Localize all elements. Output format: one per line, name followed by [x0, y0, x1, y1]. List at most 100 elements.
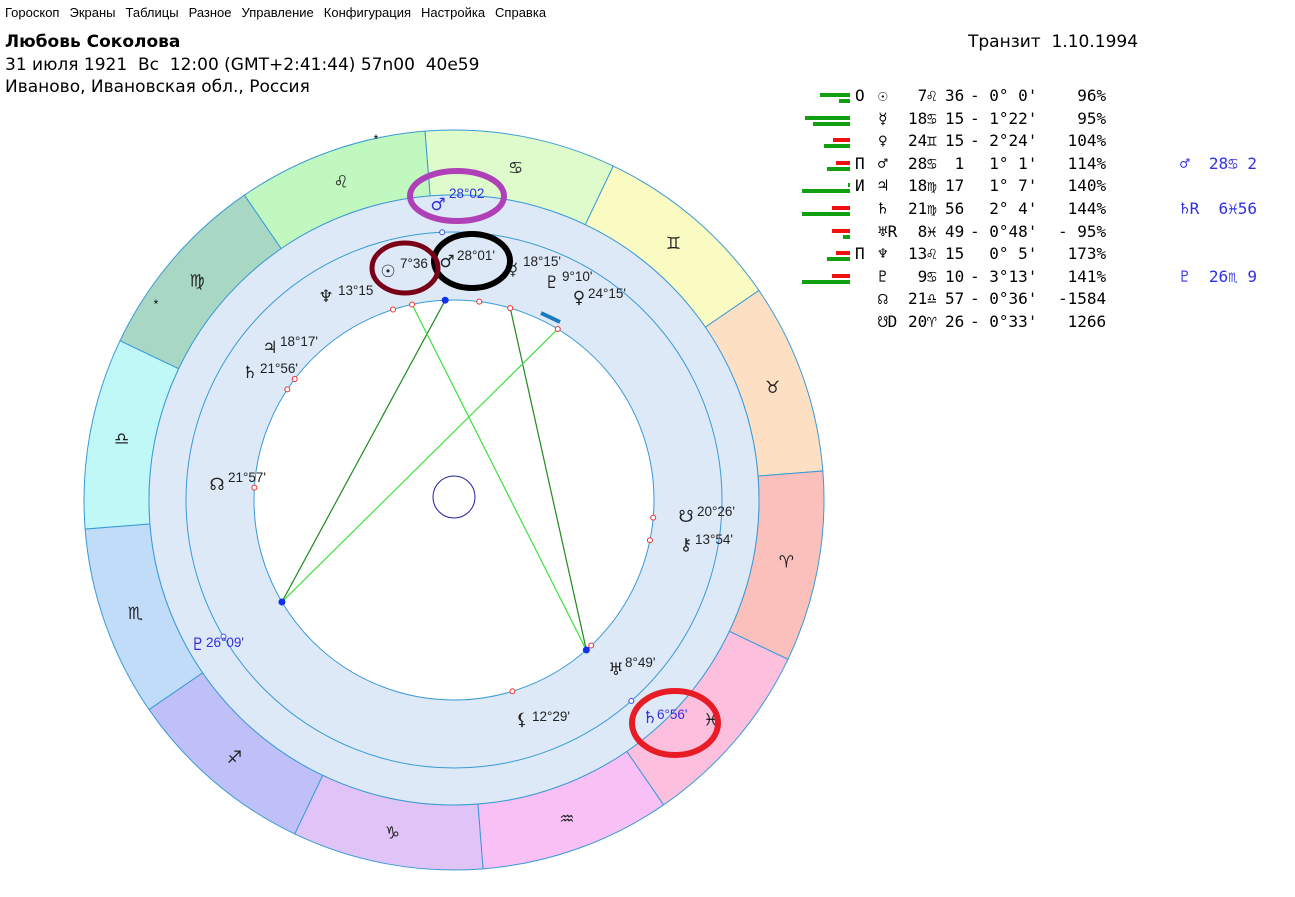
cell-sign: ♍ — [927, 198, 937, 218]
strength-bar — [820, 93, 850, 97]
cell-min: 10 — [945, 266, 965, 286]
jupiter-glyph-icon: ♃ — [262, 338, 277, 358]
strength-bar — [836, 160, 850, 165]
cell-min: 49 — [945, 221, 965, 241]
cell-deg: 8 — [908, 221, 928, 241]
strength-bar — [839, 99, 850, 103]
t-saturn-label: 6°56' — [657, 707, 688, 722]
strength-bar — [805, 115, 850, 120]
cell-min: 15 — [945, 244, 965, 264]
pluto-label: 9°10' — [562, 269, 593, 284]
cell-min: 57 — [945, 289, 965, 309]
zodiac-glyph-scorpio: ♏ — [128, 604, 143, 624]
uranus-label: 8°49' — [625, 655, 656, 670]
natal-marker-southnode — [650, 514, 657, 521]
zodiac-glyph-aries: ♈ — [779, 553, 794, 573]
cell-sign: ♌ — [927, 86, 937, 105]
cell-orb: - 0°48' — [970, 221, 1038, 241]
chiron-glyph-icon: ⚷ — [680, 535, 692, 555]
cell-glyph: ♂ — [878, 153, 888, 173]
strength-bar — [827, 166, 850, 171]
strength-bars — [800, 179, 850, 195]
strength-bars — [800, 315, 850, 331]
cell-pct: 140% — [1058, 176, 1107, 196]
cell-glyph: ☋D — [878, 311, 898, 331]
transit-marker-t-pluto — [278, 598, 286, 606]
strength-bars — [800, 157, 850, 173]
mars-glyph-icon: ♂ — [439, 252, 454, 272]
neptune-glyph-icon: ♆ — [318, 287, 333, 307]
natal-marker-pluto — [507, 305, 514, 312]
cell-pct: -1584 — [1058, 289, 1107, 309]
cell-sign: ♍ — [927, 176, 937, 196]
strength-bar — [812, 121, 850, 126]
zodiac-glyph-capricorn: ♑ — [385, 823, 400, 843]
southnode-glyph-icon: ☋ — [678, 507, 693, 527]
cell-orb: 1° 7' — [970, 176, 1038, 196]
cell-orb: - 0° 0' — [970, 86, 1038, 105]
lilith-glyph-icon: ⚸ — [516, 710, 528, 730]
cell-pct: 95% — [1058, 108, 1107, 128]
cell-orb: - 2°24' — [970, 131, 1038, 151]
strength-bars — [800, 247, 850, 263]
zodiac-glyph-gemini: ♊ — [666, 234, 681, 254]
sun-label: 7°36 — [400, 256, 428, 271]
natal-marker-sun — [409, 301, 416, 308]
strength-bars — [800, 225, 850, 241]
cell-orb: 0° 5' — [970, 244, 1038, 264]
cell-glyph: ♃ — [878, 176, 888, 196]
cell-pct: 114% — [1058, 153, 1107, 173]
strength-bars — [800, 89, 850, 105]
t-saturn-glyph-icon: ♄ — [642, 708, 657, 728]
strength-bar — [801, 211, 850, 216]
cell-sign: ♊ — [927, 131, 937, 151]
cell-glyph: ☿ — [878, 108, 888, 128]
natal-marker-jupiter — [291, 376, 298, 383]
cell-orb: 2° 4' — [970, 198, 1038, 218]
cell-pct: 104% — [1058, 131, 1107, 151]
cell-deg: 7 — [908, 86, 928, 105]
cell-min: 26 — [945, 311, 965, 331]
aspect-circle — [253, 299, 655, 701]
strength-bars — [800, 112, 850, 128]
star-marker: * — [154, 297, 159, 311]
cell-deg: 9 — [908, 266, 928, 286]
cell-min: 56 — [945, 198, 965, 218]
cell-sign: ♋ — [927, 153, 937, 173]
cell-pct: 173% — [1058, 244, 1107, 264]
zodiac-glyph-libra: ♎ — [114, 429, 129, 449]
cell-orb: - 0°36' — [970, 289, 1038, 309]
saturn-glyph-icon: ♄ — [242, 363, 257, 383]
cell-glyph: ♆ — [878, 244, 888, 264]
cell-mark: П — [855, 244, 865, 264]
strength-bar — [831, 205, 850, 210]
star-marker: * — [374, 132, 379, 146]
natal-marker-node — [251, 484, 258, 491]
jupiter-label: 18°17' — [280, 334, 318, 349]
cell-deg: 18 — [908, 176, 928, 196]
strength-bar — [801, 279, 850, 284]
cell-glyph: ♇ — [878, 266, 888, 286]
strength-bar — [831, 273, 850, 278]
strength-bar — [833, 138, 850, 143]
strength-bar — [848, 183, 850, 188]
uranus-glyph-icon: ♅ — [608, 660, 623, 680]
cell-sign: ♓ — [927, 221, 937, 241]
cell-min: 17 — [945, 176, 965, 196]
cell-deg: 28 — [908, 153, 928, 173]
cell-deg: 20 — [908, 311, 928, 331]
zodiac-glyph-sagittarius: ♐ — [227, 748, 242, 768]
cell-mark: П — [855, 153, 865, 173]
node-glyph-icon: ☊ — [209, 475, 224, 495]
strength-bar — [801, 189, 850, 194]
cell-pct: 144% — [1058, 198, 1107, 218]
transit-marker-t-saturn — [582, 646, 590, 654]
cell-orb: - 0°33' — [970, 311, 1038, 331]
cell-deg: 24 — [908, 131, 928, 151]
natal-marker-neptune — [390, 306, 397, 313]
cell-deg: 18 — [908, 108, 928, 128]
cell-tr: ♂ 28♋ 2 — [1180, 153, 1258, 173]
natal-marker-lilith — [509, 688, 516, 695]
t-mars-label: 28°02 — [449, 186, 484, 201]
neptune-label: 13°15 — [338, 283, 373, 298]
